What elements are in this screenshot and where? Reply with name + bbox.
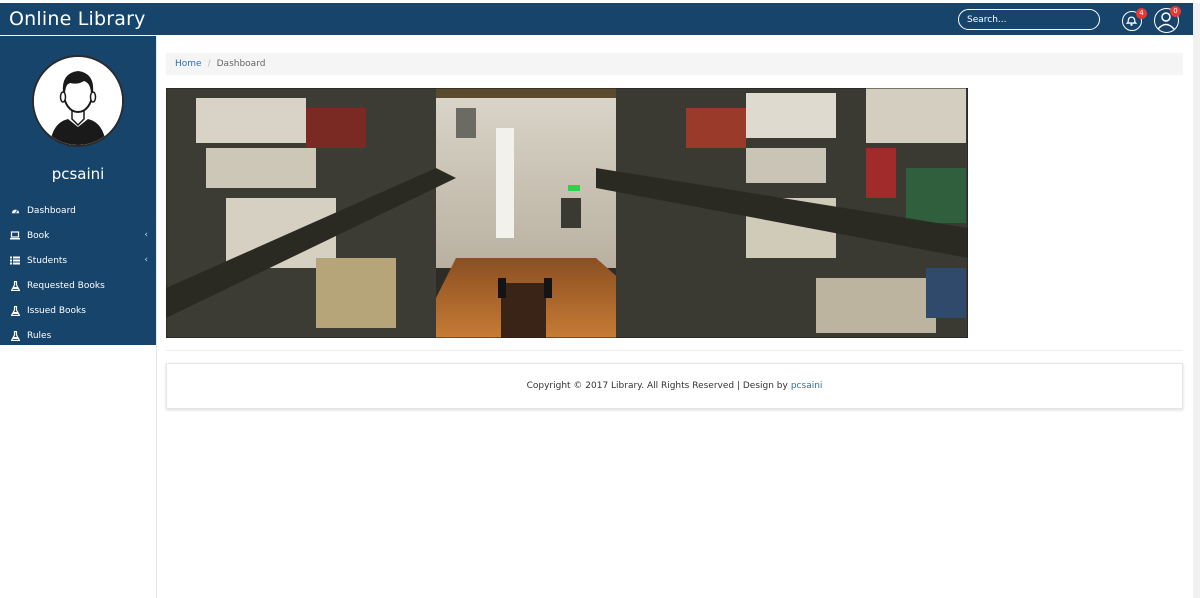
sidebar-item-label: Dashboard: [27, 205, 76, 216]
sidebar-username: pcsaini: [51, 165, 105, 183]
sidebar-item-book[interactable]: Book ‹: [0, 223, 156, 248]
flask-icon: [10, 280, 20, 291]
top-navbar: Online Library 4 0: [0, 3, 1193, 35]
list-icon: [10, 256, 20, 266]
sidebar-divider: [156, 36, 157, 598]
notification-button[interactable]: 4: [1122, 8, 1147, 31]
profile-avatar: [32, 55, 124, 147]
chevron-left-icon: ‹: [144, 230, 148, 240]
content-divider: [166, 350, 1183, 351]
brand-title[interactable]: Online Library: [9, 8, 146, 30]
sidebar-item-label: Rules: [27, 330, 52, 341]
sidebar-item-requested-books[interactable]: Requested Books: [0, 273, 156, 298]
user-menu-button[interactable]: 0: [1154, 6, 1181, 33]
breadcrumb-current: Dashboard: [216, 59, 266, 69]
library-banner-image: [166, 88, 968, 338]
laptop-icon: [10, 231, 20, 241]
sidebar-menu: Dashboard Book ‹ Students ‹ Requested Bo…: [0, 198, 156, 348]
breadcrumb: Home / Dashboard: [166, 53, 1183, 75]
footer-copyright: Copyright © 2017 Library. All Rights Res…: [526, 381, 788, 391]
flask-icon: [10, 330, 20, 341]
page-scrollbar[interactable]: [1193, 3, 1200, 598]
sidebar-item-dashboard[interactable]: Dashboard: [0, 198, 156, 223]
user-badge: 0: [1170, 6, 1181, 17]
dashboard-icon: [10, 206, 20, 216]
footer-designer-link[interactable]: pcsaini: [791, 381, 823, 391]
sidebar-item-label: Book: [27, 230, 50, 241]
sidebar-item-label: Issued Books: [27, 305, 86, 316]
breadcrumb-separator: /: [207, 59, 211, 69]
footer: Copyright © 2017 Library. All Rights Res…: [166, 363, 1183, 409]
avatar-silhouette-icon: [34, 57, 122, 145]
sidebar: pcsaini Dashboard Book ‹ Students ‹ Requ…: [0, 36, 156, 345]
sidebar-item-issued-books[interactable]: Issued Books: [0, 298, 156, 323]
search-input[interactable]: [958, 9, 1100, 30]
sidebar-item-label: Students: [27, 255, 68, 266]
sidebar-item-students[interactable]: Students ‹: [0, 248, 156, 273]
breadcrumb-home-link[interactable]: Home: [175, 59, 202, 69]
notification-badge: 4: [1136, 8, 1147, 19]
sidebar-item-label: Requested Books: [27, 280, 105, 291]
flask-icon: [10, 305, 20, 316]
chevron-left-icon: ‹: [144, 255, 148, 265]
sidebar-item-rules[interactable]: Rules: [0, 323, 156, 348]
